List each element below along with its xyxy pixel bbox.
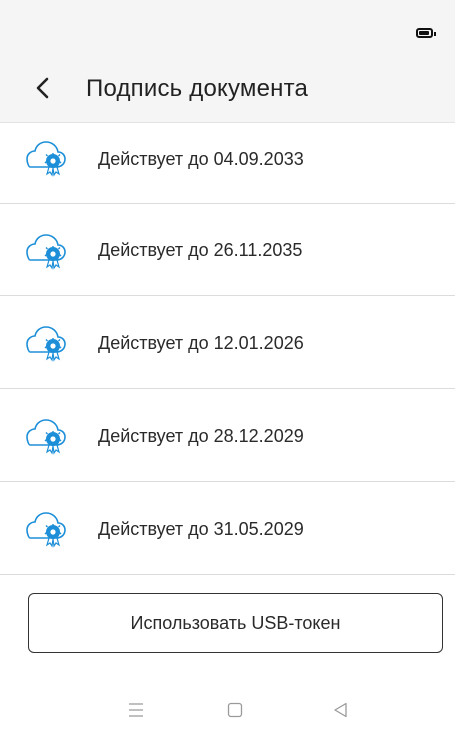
certificate-expiry-label: Действует до 04.09.2033 <box>98 149 304 169</box>
nav-home-button[interactable] <box>225 700 245 720</box>
nav-back-button[interactable] <box>331 700 351 720</box>
certificate-item[interactable]: Действует до 28.12.2029 <box>0 389 455 482</box>
back-button[interactable] <box>28 72 60 104</box>
cloud-certificate-icon <box>26 419 66 455</box>
home-square-icon <box>227 702 243 718</box>
certificate-expiry-label: Действует до 31.05.2029 <box>98 519 304 539</box>
usb-button-label: Использовать USB-токен <box>130 612 341 633</box>
certificate-expiry-label: Действует до 12.01.2026 <box>98 333 304 353</box>
battery-icon <box>416 28 436 38</box>
cloud-certificate-icon <box>26 234 66 270</box>
certificate-item[interactable]: Действует до 12.01.2026 <box>0 296 455 389</box>
back-triangle-icon <box>334 702 347 718</box>
certificate-item[interactable]: Действует до 04.09.2033 <box>0 123 455 204</box>
certificate-item[interactable]: Действует до 31.05.2029 <box>0 482 455 575</box>
certificate-expiry-label: Действует до 28.12.2029 <box>98 426 304 446</box>
certificate-list: Действует до 04.09.2033 Действует до 26.… <box>0 123 455 575</box>
app-bar: Подпись документа <box>0 60 455 123</box>
nav-menu-button[interactable] <box>126 700 146 720</box>
certificate-item[interactable]: Действует до 26.11.2035 <box>0 204 455 296</box>
page-title: Подпись документа <box>86 75 309 102</box>
chevron-left-icon <box>36 77 49 99</box>
use-usb-token-button[interactable]: Использовать USB-токен <box>28 593 443 653</box>
menu-icon <box>129 703 143 717</box>
status-bar <box>0 0 455 60</box>
cloud-certificate-icon <box>26 326 66 362</box>
system-nav-bar <box>0 690 455 729</box>
cloud-certificate-icon <box>26 141 66 177</box>
certificate-expiry-label: Действует до 26.11.2035 <box>98 240 303 260</box>
screen: Подпись документа Действует до 04.09.203… <box>0 0 455 729</box>
cloud-certificate-icon <box>26 512 66 548</box>
